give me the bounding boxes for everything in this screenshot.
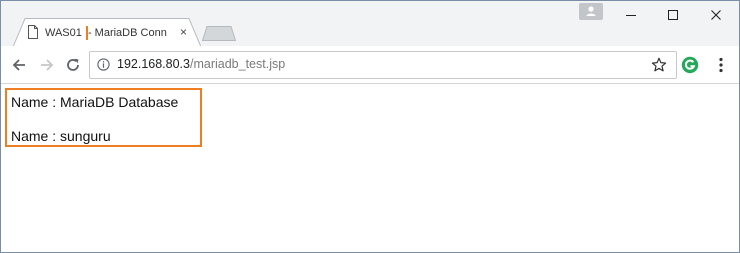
- address-bar[interactable]: 192.168.80.3/mariadb_test.jsp: [89, 51, 677, 79]
- reload-button[interactable]: [64, 56, 82, 74]
- maximize-icon: [668, 10, 678, 20]
- browser-window: WAS01 - MariaDB Conn × 192.168.80.3/mari…: [0, 0, 740, 253]
- maximize-button[interactable]: [650, 1, 696, 29]
- info-icon[interactable]: [97, 58, 110, 71]
- result-line-1: Name : MariaDB Database: [11, 94, 179, 110]
- more-menu-icon[interactable]: [714, 56, 728, 74]
- minimize-icon: [626, 15, 636, 16]
- back-arrow-icon: [12, 59, 25, 71]
- minimize-button[interactable]: [608, 1, 654, 29]
- new-tab-button[interactable]: [202, 26, 236, 41]
- grammarly-extension-icon[interactable]: [681, 56, 699, 74]
- url-host: 192.168.80.3: [117, 57, 190, 71]
- bookmark-star-icon[interactable]: [651, 57, 667, 73]
- url-text[interactable]: 192.168.80.3/mariadb_test.jsp: [117, 57, 285, 72]
- tab-title: WAS01 - MariaDB Conn: [42, 26, 180, 40]
- tab-title-highlight: WAS01: [42, 26, 88, 40]
- forward-arrow-icon: [41, 59, 54, 71]
- back-button[interactable]: [10, 56, 28, 74]
- url-path: /mariadb_test.jsp: [190, 57, 286, 71]
- close-icon: [711, 10, 721, 20]
- tab-title-rest: - MariaDB Conn: [84, 27, 167, 39]
- reload-icon: [67, 58, 79, 71]
- page-content: Name : MariaDB Database Name : sunguru: [1, 84, 739, 252]
- page-icon: [28, 25, 38, 39]
- title-bar: WAS01 - MariaDB Conn ×: [1, 1, 739, 47]
- user-icon: [586, 6, 596, 16]
- profile-button[interactable]: [579, 3, 603, 20]
- tab-close-icon[interactable]: ×: [178, 26, 189, 38]
- forward-button[interactable]: [38, 56, 56, 74]
- close-window-button[interactable]: [693, 1, 739, 29]
- toolbar: 192.168.80.3/mariadb_test.jsp: [1, 46, 739, 84]
- result-line-2: Name : sunguru: [11, 128, 111, 144]
